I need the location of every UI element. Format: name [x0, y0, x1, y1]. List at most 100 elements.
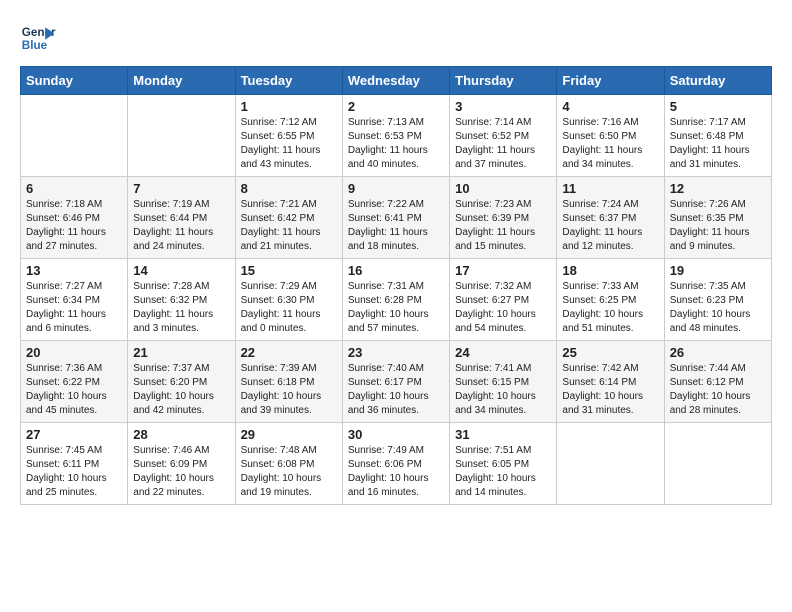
- day-number: 23: [348, 345, 444, 360]
- calendar-cell: 7 Sunrise: 7:19 AM Sunset: 6:44 PM Daylig…: [128, 177, 235, 259]
- calendar-cell: 3 Sunrise: 7:14 AM Sunset: 6:52 PM Daylig…: [450, 95, 557, 177]
- calendar-cell: 14Sunrise: 7:28 AM Sunset: 6:32 PM Dayli…: [128, 259, 235, 341]
- day-content: Sunrise: 7:17 AM Sunset: 6:48 PM Dayligh…: [670, 116, 766, 172]
- day-number: 2: [348, 99, 444, 114]
- day-content: Sunrise: 7:26 AM Sunset: 6:35 PM Dayligh…: [670, 198, 766, 254]
- day-content: Sunrise: 7:39 AM Sunset: 6:18 PM Dayligh…: [241, 362, 337, 418]
- day-content: Sunrise: 7:33 AM Sunset: 6:25 PM Dayligh…: [562, 280, 658, 336]
- day-content: Sunrise: 7:27 AM Sunset: 6:34 PM Dayligh…: [26, 280, 122, 336]
- day-number: 31: [455, 427, 551, 442]
- weekday-header-cell: Wednesday: [342, 67, 449, 95]
- day-number: 26: [670, 345, 766, 360]
- calendar-cell: 15 Sunrise: 7:29 AM Sunset: 6:30 PM Dayli…: [235, 259, 342, 341]
- day-number: 12: [670, 181, 766, 196]
- day-content: Sunrise: 7:28 AM Sunset: 6:32 PM Dayligh…: [133, 280, 229, 336]
- calendar-cell: 25Sunrise: 7:42 AM Sunset: 6:14 PM Dayli…: [557, 341, 664, 423]
- svg-text:Blue: Blue: [22, 39, 48, 52]
- calendar-cell: 20 Sunrise: 7:36 AM Sunset: 6:22 PM Dayli…: [21, 341, 128, 423]
- weekday-header-cell: Thursday: [450, 67, 557, 95]
- day-content: Sunrise: 7:31 AM Sunset: 6:28 PM Dayligh…: [348, 280, 444, 336]
- day-number: 30: [348, 427, 444, 442]
- day-content: Sunrise: 7:32 AM Sunset: 6:27 PM Dayligh…: [455, 280, 551, 336]
- day-content: Sunrise: 7:29 AM Sunset: 6:30 PM Dayligh…: [241, 280, 337, 336]
- calendar-week-row: 20 Sunrise: 7:36 AM Sunset: 6:22 PM Dayli…: [21, 341, 772, 423]
- day-number: 9: [348, 181, 444, 196]
- page-header: General Blue: [20, 20, 772, 56]
- day-number: 22: [241, 345, 337, 360]
- calendar-cell: 6 Sunrise: 7:18 AM Sunset: 6:46 PM Daylig…: [21, 177, 128, 259]
- calendar-cell: 8 Sunrise: 7:21 AM Sunset: 6:42 PM Daylig…: [235, 177, 342, 259]
- day-number: 28: [133, 427, 229, 442]
- calendar-week-row: 27 Sunrise: 7:45 AM Sunset: 6:11 PM Dayli…: [21, 423, 772, 505]
- weekday-header-cell: Friday: [557, 67, 664, 95]
- weekday-header-cell: Saturday: [664, 67, 771, 95]
- calendar-cell: 16 Sunrise: 7:31 AM Sunset: 6:28 PM Dayli…: [342, 259, 449, 341]
- calendar-cell: 21 Sunrise: 7:37 AM Sunset: 6:20 PM Dayli…: [128, 341, 235, 423]
- day-content: Sunrise: 7:14 AM Sunset: 6:52 PM Dayligh…: [455, 116, 551, 172]
- calendar-week-row: 13 Sunrise: 7:27 AM Sunset: 6:34 PM Dayli…: [21, 259, 772, 341]
- day-number: 15: [241, 263, 337, 278]
- calendar-cell: 11 Sunrise: 7:24 AM Sunset: 6:37 PM Dayli…: [557, 177, 664, 259]
- day-content: Sunrise: 7:35 AM Sunset: 6:23 PM Dayligh…: [670, 280, 766, 336]
- day-number: 24: [455, 345, 551, 360]
- day-number: 7: [133, 181, 229, 196]
- day-number: 18: [562, 263, 658, 278]
- day-number: 10: [455, 181, 551, 196]
- calendar-cell: 13 Sunrise: 7:27 AM Sunset: 6:34 PM Dayli…: [21, 259, 128, 341]
- day-content: Sunrise: 7:16 AM Sunset: 6:50 PM Dayligh…: [562, 116, 658, 172]
- calendar-cell: 9 Sunrise: 7:22 AM Sunset: 6:41 PM Daylig…: [342, 177, 449, 259]
- day-number: 8: [241, 181, 337, 196]
- day-number: 19: [670, 263, 766, 278]
- day-content: Sunrise: 7:19 AM Sunset: 6:44 PM Dayligh…: [133, 198, 229, 254]
- calendar-cell: 10 Sunrise: 7:23 AM Sunset: 6:39 PM Dayli…: [450, 177, 557, 259]
- day-content: Sunrise: 7:45 AM Sunset: 6:11 PM Dayligh…: [26, 444, 122, 500]
- calendar-cell: 19 Sunrise: 7:35 AM Sunset: 6:23 PM Dayli…: [664, 259, 771, 341]
- calendar-cell: 17 Sunrise: 7:32 AM Sunset: 6:27 PM Dayli…: [450, 259, 557, 341]
- day-number: 29: [241, 427, 337, 442]
- calendar-cell: 12 Sunrise: 7:26 AM Sunset: 6:35 PM Dayli…: [664, 177, 771, 259]
- day-content: Sunrise: 7:23 AM Sunset: 6:39 PM Dayligh…: [455, 198, 551, 254]
- day-number: 13: [26, 263, 122, 278]
- day-number: 6: [26, 181, 122, 196]
- day-number: 25: [562, 345, 658, 360]
- calendar-cell: 26 Sunrise: 7:44 AM Sunset: 6:12 PM Dayli…: [664, 341, 771, 423]
- weekday-header-cell: Monday: [128, 67, 235, 95]
- weekday-header-row: SundayMondayTuesdayWednesdayThursdayFrid…: [21, 67, 772, 95]
- calendar-body: 1Sunrise: 7:12 AM Sunset: 6:55 PM Daylig…: [21, 95, 772, 505]
- calendar-cell: 27 Sunrise: 7:45 AM Sunset: 6:11 PM Dayli…: [21, 423, 128, 505]
- calendar-cell: [21, 95, 128, 177]
- day-content: Sunrise: 7:49 AM Sunset: 6:06 PM Dayligh…: [348, 444, 444, 500]
- day-number: 27: [26, 427, 122, 442]
- calendar-cell: 5 Sunrise: 7:17 AM Sunset: 6:48 PM Daylig…: [664, 95, 771, 177]
- day-content: Sunrise: 7:22 AM Sunset: 6:41 PM Dayligh…: [348, 198, 444, 254]
- calendar-cell: 1Sunrise: 7:12 AM Sunset: 6:55 PM Daylig…: [235, 95, 342, 177]
- calendar-table: SundayMondayTuesdayWednesdayThursdayFrid…: [20, 66, 772, 505]
- calendar-cell: 31Sunrise: 7:51 AM Sunset: 6:05 PM Dayli…: [450, 423, 557, 505]
- day-number: 21: [133, 345, 229, 360]
- day-content: Sunrise: 7:18 AM Sunset: 6:46 PM Dayligh…: [26, 198, 122, 254]
- calendar-cell: 18 Sunrise: 7:33 AM Sunset: 6:25 PM Dayli…: [557, 259, 664, 341]
- day-number: 4: [562, 99, 658, 114]
- calendar-cell: 23 Sunrise: 7:40 AM Sunset: 6:17 PM Dayli…: [342, 341, 449, 423]
- day-number: 17: [455, 263, 551, 278]
- day-content: Sunrise: 7:48 AM Sunset: 6:08 PM Dayligh…: [241, 444, 337, 500]
- day-content: Sunrise: 7:21 AM Sunset: 6:42 PM Dayligh…: [241, 198, 337, 254]
- day-number: 3: [455, 99, 551, 114]
- day-content: Sunrise: 7:36 AM Sunset: 6:22 PM Dayligh…: [26, 362, 122, 418]
- day-content: Sunrise: 7:44 AM Sunset: 6:12 PM Dayligh…: [670, 362, 766, 418]
- weekday-header-cell: Sunday: [21, 67, 128, 95]
- day-content: Sunrise: 7:37 AM Sunset: 6:20 PM Dayligh…: [133, 362, 229, 418]
- day-number: 20: [26, 345, 122, 360]
- day-number: 16: [348, 263, 444, 278]
- calendar-cell: 28Sunrise: 7:46 AM Sunset: 6:09 PM Dayli…: [128, 423, 235, 505]
- day-content: Sunrise: 7:24 AM Sunset: 6:37 PM Dayligh…: [562, 198, 658, 254]
- day-number: 5: [670, 99, 766, 114]
- logo-icon: General Blue: [20, 20, 56, 56]
- calendar-cell: 4 Sunrise: 7:16 AM Sunset: 6:50 PM Daylig…: [557, 95, 664, 177]
- day-content: Sunrise: 7:41 AM Sunset: 6:15 PM Dayligh…: [455, 362, 551, 418]
- day-content: Sunrise: 7:40 AM Sunset: 6:17 PM Dayligh…: [348, 362, 444, 418]
- day-number: 11: [562, 181, 658, 196]
- calendar-cell: [664, 423, 771, 505]
- calendar-week-row: 1Sunrise: 7:12 AM Sunset: 6:55 PM Daylig…: [21, 95, 772, 177]
- calendar-week-row: 6 Sunrise: 7:18 AM Sunset: 6:46 PM Daylig…: [21, 177, 772, 259]
